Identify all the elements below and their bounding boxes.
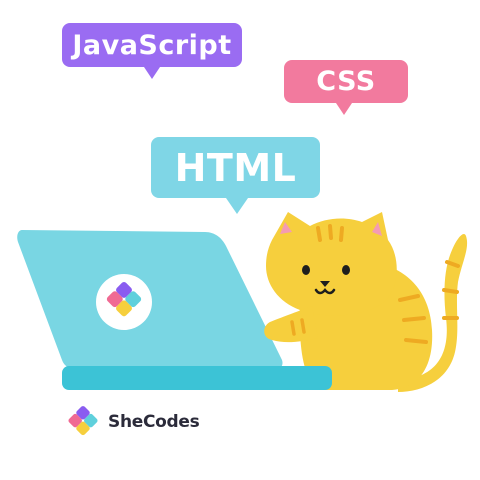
- cat-eye-left: [302, 265, 310, 275]
- laptop-base: [62, 366, 332, 390]
- laptop-logo: [96, 274, 152, 330]
- shecodes-wordmark: SheCodes: [108, 412, 200, 432]
- shecodes-logo-icon: [68, 406, 98, 436]
- shecodes-brand: SheCodes: [64, 404, 200, 440]
- cat-eye-right: [342, 265, 350, 275]
- cat-head: [266, 212, 397, 316]
- illustration-scene: JavaScript CSS HTML SheCodes: [0, 0, 480, 480]
